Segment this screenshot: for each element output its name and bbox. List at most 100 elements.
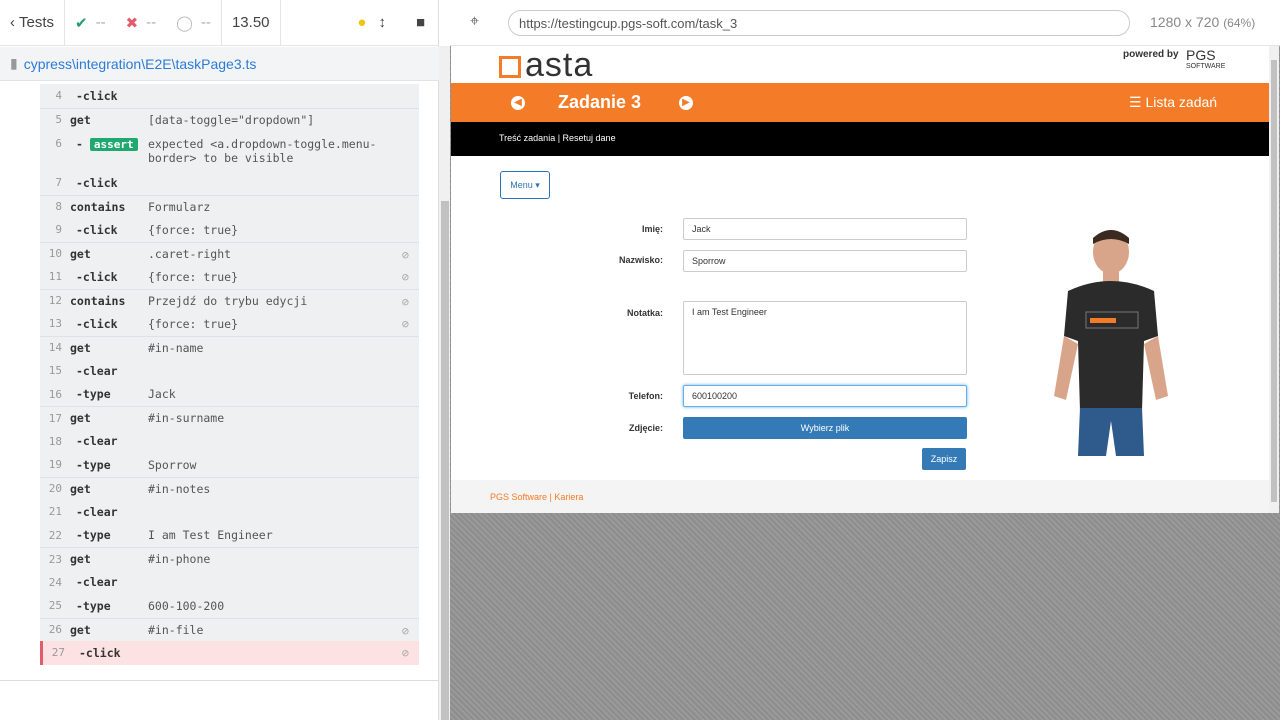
command-name: -click xyxy=(79,645,121,660)
scrollbar-thumb[interactable] xyxy=(441,201,449,720)
page-footer[interactable]: PGS Software | Kariera xyxy=(451,480,1269,513)
command-row[interactable]: 24 -clear xyxy=(40,570,419,594)
viewport-size: 1280 x 720 xyxy=(1150,14,1220,30)
task-bar: ◀ Zadanie 3 ▶ ☰ Lista zadań xyxy=(451,83,1269,122)
command-row[interactable]: 22 -type I am Test Engineer xyxy=(40,523,419,547)
phone-label: Telefon: xyxy=(628,391,663,401)
task-links[interactable]: Treść zadania | Resetuj dane xyxy=(451,122,1269,156)
command-row[interactable]: 21 -clear xyxy=(40,500,419,524)
command-number: 10 xyxy=(48,247,62,261)
task-list-link[interactable]: ☰ Lista zadań xyxy=(1129,94,1217,111)
stats: ✔ -- ✖ -- ◯ -- xyxy=(65,0,222,46)
prev-task-icon[interactable]: ◀ xyxy=(511,96,525,110)
command-name: get xyxy=(70,340,91,355)
assert-dash: - xyxy=(76,137,90,151)
command-row[interactable]: 16 -type Jack xyxy=(40,382,419,406)
command-row[interactable]: 6- assert expected <a.dropdown-toggle.men… xyxy=(40,131,419,171)
command-row[interactable]: 14 get #in-name xyxy=(40,335,419,359)
command-number: 16 xyxy=(48,387,62,401)
surname-label: Nazwisko: xyxy=(618,255,663,265)
menu-label: Menu xyxy=(510,180,533,190)
name-input[interactable]: Jack xyxy=(683,218,967,240)
command-message: Przejdź do trybu edycji xyxy=(148,293,308,308)
command-number: 14 xyxy=(48,341,62,355)
spec-path-bar: ▮ cypress\integration\E2E\taskPage3.ts xyxy=(0,47,439,81)
command-number: 22 xyxy=(48,528,62,542)
command-log: 4 -click 5 get [data-toggle="dropdown"] 6 - as… xyxy=(40,84,419,665)
command-row[interactable]: 18 -clear xyxy=(40,429,419,453)
notes-textarea[interactable]: I am Test Engineer xyxy=(683,301,967,375)
hidden-eye-icon: ⊘ xyxy=(401,623,409,638)
command-row[interactable]: 4 -click xyxy=(40,84,419,108)
command-message: #in-phone xyxy=(148,552,211,567)
task-list-label: Lista zadań xyxy=(1145,94,1218,110)
command-row[interactable]: 17 get #in-surname xyxy=(40,406,419,430)
reporter-panel: ‹ Tests ✔ -- ✖ -- ◯ -- 13.50 ● ↕ ■ ▮ cyp… xyxy=(0,0,439,720)
command-row[interactable]: 27 -click ⊘ xyxy=(40,641,419,665)
command-number: 7 xyxy=(55,176,62,190)
command-message: #in-notes xyxy=(148,481,211,496)
check-icon: ✔ xyxy=(75,14,88,32)
command-number: 9 xyxy=(55,223,62,237)
command-row[interactable]: 20 get #in-notes xyxy=(40,476,419,500)
command-row[interactable]: 26 get #in-file ⊘ xyxy=(40,617,419,641)
reporter-scrollbar[interactable] xyxy=(439,46,450,720)
stop-icon[interactable]: ■ xyxy=(416,14,425,31)
command-row[interactable]: 11 -click {force: true} ⊘ xyxy=(40,265,419,289)
pending-icon: ◯ xyxy=(176,14,193,32)
scroll-toggle-icon[interactable]: ↕ xyxy=(378,14,386,31)
command-number: 13 xyxy=(48,317,62,331)
command-row[interactable]: 7 -click xyxy=(40,171,419,195)
task-title: Zadanie 3 xyxy=(558,92,642,112)
viewport-info: 1280 x 720 (64%) xyxy=(1150,14,1255,30)
command-message: [data-toggle="dropdown"] xyxy=(148,112,315,127)
surname-input[interactable]: Sporrow xyxy=(683,250,967,272)
command-number: 4 xyxy=(55,89,62,103)
command-name: contains xyxy=(70,293,126,308)
command-row[interactable]: 8 contains Formularz xyxy=(40,194,419,218)
command-number: 12 xyxy=(48,294,62,308)
photo-label: Zdjęcie: xyxy=(628,423,663,433)
next-task-icon[interactable]: ▶ xyxy=(679,96,693,110)
command-row[interactable]: 12 contains Przejdź do trybu edycji ⊘ xyxy=(40,288,419,312)
command-row[interactable]: 10 get .caret-right ⊘ xyxy=(40,241,419,265)
command-name: -clear xyxy=(76,504,118,519)
selector-playground-icon[interactable]: ⌖ xyxy=(470,13,479,31)
iframe-scrollbar[interactable] xyxy=(1269,46,1279,513)
name-label: Imię: xyxy=(641,224,663,234)
menu-dropdown[interactable]: Menu ▾ xyxy=(500,171,550,199)
command-number: 11 xyxy=(48,270,62,284)
choose-file-button[interactable]: Wybierz plik xyxy=(683,417,967,439)
command-number: 21 xyxy=(48,505,62,519)
command-number: 6 xyxy=(55,137,62,150)
command-row[interactable]: 23 get #in-phone xyxy=(40,547,419,571)
command-name: -click xyxy=(76,175,118,190)
command-row[interactable]: 9 -click {force: true} xyxy=(40,218,419,242)
command-message: 600-100-200 xyxy=(148,598,225,613)
command-name: -type xyxy=(76,457,111,472)
command-name: -clear xyxy=(76,575,118,590)
tests-button[interactable]: ‹ Tests xyxy=(0,0,66,46)
hidden-eye-icon: ⊘ xyxy=(401,646,409,660)
command-message: #in-file xyxy=(148,622,204,637)
url-bar[interactable]: https://testingcup.pgs-soft.com/task_3 xyxy=(508,10,1130,36)
hidden-eye-icon: ⊘ xyxy=(401,270,409,284)
command-row[interactable]: 15 -clear xyxy=(40,359,419,383)
command-row[interactable]: 25 -type 600-100-200 xyxy=(40,594,419,618)
command-number: 27 xyxy=(51,646,65,660)
hidden-eye-icon: ⊘ xyxy=(401,294,409,309)
command-row[interactable]: 5 get [data-toggle="dropdown"] xyxy=(40,107,419,131)
x-icon: ✖ xyxy=(125,14,139,32)
command-message: expected <a.dropdown-toggle.menu-border>… xyxy=(148,137,377,165)
save-button[interactable]: Zapisz xyxy=(922,448,966,470)
cypress-runner: ‹ Tests ✔ -- ✖ -- ◯ -- 13.50 ● ↕ ■ ▮ cyp… xyxy=(0,0,1280,720)
command-name: get xyxy=(70,246,91,261)
command-name: -type xyxy=(76,598,111,613)
command-row[interactable]: 19 -type Sporrow xyxy=(40,453,419,477)
command-row[interactable]: 13 -click {force: true} ⊘ xyxy=(40,312,419,336)
phone-input[interactable]: 600100200 xyxy=(683,385,967,407)
iframe-scrollbar-thumb[interactable] xyxy=(1271,60,1277,502)
spec-path[interactable]: cypress\integration\E2E\taskPage3.ts xyxy=(24,56,257,72)
command-message: {force: true} xyxy=(148,269,239,284)
command-name: get xyxy=(70,112,91,127)
